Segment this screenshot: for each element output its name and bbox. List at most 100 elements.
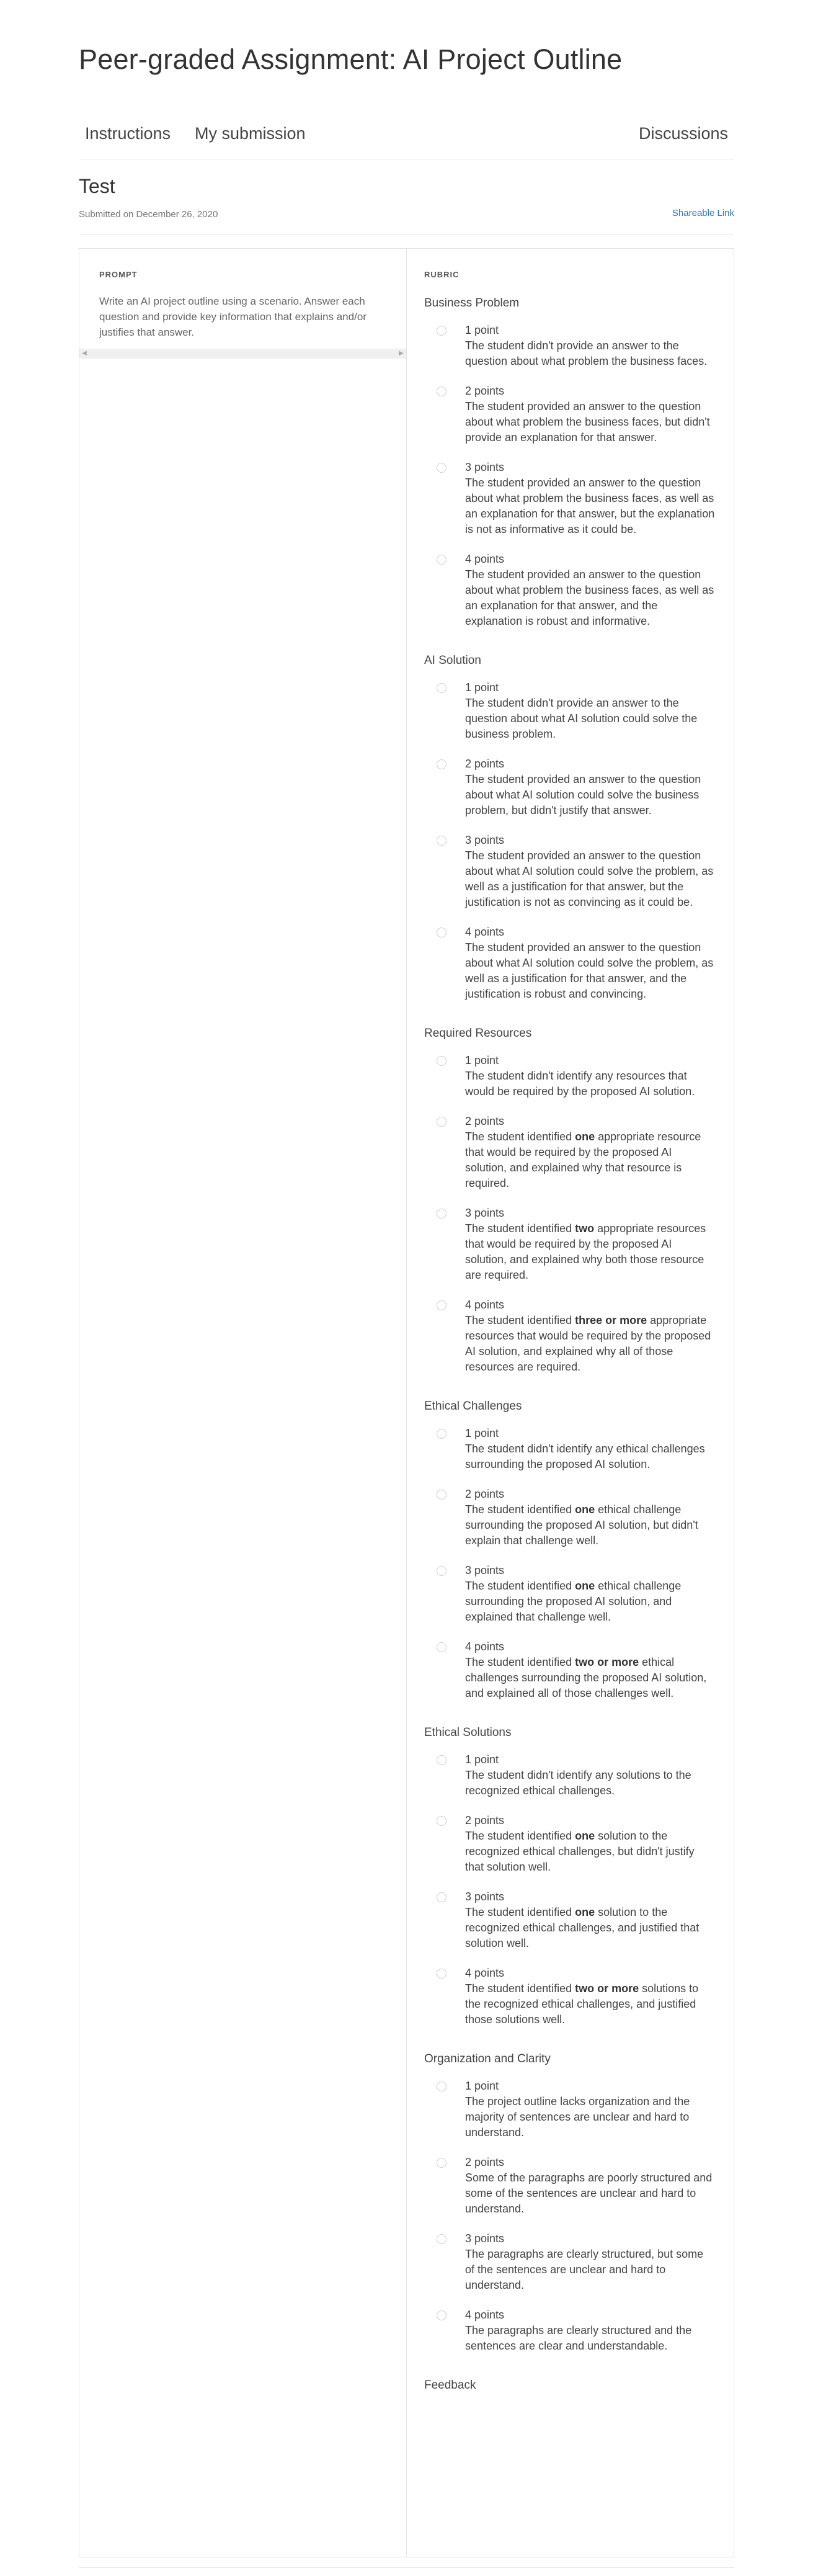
radio-button[interactable] bbox=[437, 1429, 446, 1439]
option-description: The student didn't identify any resource… bbox=[465, 1068, 716, 1099]
option-description: The student identified one ethical chall… bbox=[465, 1578, 716, 1625]
option-points: 2 points bbox=[465, 385, 505, 397]
rubric-option[interactable]: 4 points The student provided an answer t… bbox=[424, 924, 716, 1002]
option-description: Some of the paragraphs are poorly struct… bbox=[465, 2170, 716, 2217]
rubric-option[interactable]: 4 points The student identified three or … bbox=[424, 1297, 716, 1375]
radio-button[interactable] bbox=[437, 1755, 446, 1765]
rubric-option[interactable]: 1 point The student didn't identify any e… bbox=[424, 1426, 716, 1472]
option-points: 4 points bbox=[465, 1299, 505, 1311]
scroll-right-icon[interactable]: ▶ bbox=[396, 349, 406, 359]
description-text: The student didn't identify any ethical … bbox=[465, 1442, 705, 1470]
criterion-title: Organization and Clarity bbox=[424, 2052, 551, 2065]
option-description: The student provided an answer to the qu… bbox=[465, 475, 716, 537]
radio-button[interactable] bbox=[437, 1566, 446, 1576]
radio-button[interactable] bbox=[437, 683, 446, 693]
radio-button[interactable] bbox=[437, 1209, 446, 1219]
rubric-option[interactable]: 1 point The student didn't provide an ans… bbox=[424, 680, 716, 742]
option-description: The student identified two appropriate r… bbox=[465, 1221, 716, 1283]
description-text: The student identified bbox=[465, 1503, 575, 1516]
radio-button[interactable] bbox=[437, 1892, 446, 1902]
option-points: 4 points bbox=[465, 553, 505, 565]
radio-button[interactable] bbox=[437, 2158, 446, 2168]
option-description: The student identified one ethical chall… bbox=[465, 1502, 716, 1549]
radio-button[interactable] bbox=[437, 463, 446, 473]
prompt-heading: PROMPT bbox=[99, 270, 138, 279]
rubric-body: Business Problem 1 point The student didn'… bbox=[424, 297, 716, 2392]
tab-discussions[interactable]: Discussions bbox=[639, 124, 728, 143]
radio-button[interactable] bbox=[437, 387, 446, 396]
radio-button[interactable] bbox=[437, 1969, 446, 1979]
emphasis-text: one bbox=[575, 1580, 595, 1592]
rubric-option[interactable]: 1 point The student didn't identify any r… bbox=[424, 1053, 716, 1099]
emphasis-text: two or more bbox=[575, 1656, 639, 1668]
description-text: The student didn't identify any solution… bbox=[465, 1769, 691, 1797]
scroll-left-icon[interactable]: ◀ bbox=[79, 349, 89, 359]
option-description: The student identified one solution to t… bbox=[465, 1828, 716, 1875]
rubric-option[interactable]: 2 points The student provided an answer t… bbox=[424, 383, 716, 445]
option-points: 3 points bbox=[465, 2232, 505, 2245]
rubric-option[interactable]: 2 points Some of the paragraphs are poorl… bbox=[424, 2155, 716, 2217]
description-text: The student didn't provide an answer to … bbox=[465, 697, 698, 740]
option-points: 4 points bbox=[465, 2309, 505, 2321]
horizontal-scrollbar[interactable]: ◀ ▶ bbox=[79, 349, 406, 359]
radio-button[interactable] bbox=[437, 1642, 446, 1652]
option-points: 2 points bbox=[465, 1814, 505, 1827]
option-points: 1 point bbox=[465, 324, 499, 336]
rubric-option[interactable]: 2 points The student identified one ethic… bbox=[424, 1487, 716, 1549]
rubric-option[interactable]: 3 points The student identified one solut… bbox=[424, 1889, 716, 1951]
radio-button[interactable] bbox=[437, 759, 446, 769]
option-description: The student provided an answer to the qu… bbox=[465, 848, 716, 910]
emphasis-text: one bbox=[575, 1830, 595, 1842]
option-description: The student provided an answer to the qu… bbox=[465, 940, 716, 1002]
tab-my-submission[interactable]: My submission bbox=[195, 124, 306, 143]
rubric-criterion: Ethical Challenges 1 point The student did… bbox=[424, 1400, 716, 1701]
rubric-option[interactable]: 2 points The student identified one appro… bbox=[424, 1114, 716, 1191]
emphasis-text: one bbox=[575, 1503, 595, 1516]
radio-button[interactable] bbox=[437, 1300, 446, 1310]
rubric-option[interactable]: 1 point The student didn't identify any s… bbox=[424, 1752, 716, 1799]
option-description: The student provided an answer to the qu… bbox=[465, 772, 716, 818]
description-text: The student provided an answer to the qu… bbox=[465, 849, 714, 908]
option-description: The student didn't provide an answer to … bbox=[465, 695, 716, 742]
radio-button[interactable] bbox=[437, 928, 446, 937]
submission-title: Test bbox=[79, 175, 115, 197]
rubric-option[interactable]: 2 points The student provided an answer t… bbox=[424, 756, 716, 818]
rubric-option[interactable]: 1 point The project outline lacks organiz… bbox=[424, 2078, 716, 2140]
radio-button[interactable] bbox=[437, 1056, 446, 1066]
rubric-option[interactable]: 3 points The student provided an answer t… bbox=[424, 460, 716, 537]
option-description: The student identified three or more app… bbox=[465, 1313, 716, 1375]
radio-button[interactable] bbox=[437, 2082, 446, 2091]
criterion-title: Ethical Solutions bbox=[424, 1726, 512, 1739]
radio-button[interactable] bbox=[437, 1816, 446, 1826]
rubric-option[interactable]: 4 points The student identified two or mo… bbox=[424, 1639, 716, 1701]
shareable-link[interactable]: Shareable Link bbox=[672, 208, 734, 218]
rubric-option[interactable]: 1 point The student didn't provide an ans… bbox=[424, 323, 716, 369]
rubric-option[interactable]: 4 points The student provided an answer t… bbox=[424, 552, 716, 629]
submission-date: Submitted on December 26, 2020 bbox=[79, 209, 218, 220]
emphasis-text: two or more bbox=[575, 1982, 639, 1995]
rubric-option[interactable]: 4 points The paragraphs are clearly struc… bbox=[424, 2307, 716, 2354]
criterion-title: Business Problem bbox=[424, 297, 520, 310]
rubric-option[interactable]: 4 points The student identified two or mo… bbox=[424, 1966, 716, 2028]
rubric-criterion: AI Solution 1 point The student didn't pro… bbox=[424, 654, 716, 1002]
radio-button[interactable] bbox=[437, 1490, 446, 1500]
description-text: The paragraphs are clearly structured an… bbox=[465, 2324, 692, 2352]
rubric-option[interactable]: 3 points The student provided an answer t… bbox=[424, 833, 716, 910]
rubric-option[interactable]: 3 points The student identified one ethic… bbox=[424, 1563, 716, 1625]
radio-button[interactable] bbox=[437, 326, 446, 336]
radio-button[interactable] bbox=[437, 2310, 446, 2320]
rubric-option[interactable]: 3 points The paragraphs are clearly struc… bbox=[424, 2231, 716, 2293]
option-points: 1 point bbox=[465, 2080, 499, 2092]
radio-button[interactable] bbox=[437, 1117, 446, 1127]
rubric-option[interactable]: 3 points The student identified two appro… bbox=[424, 1205, 716, 1283]
radio-button[interactable] bbox=[437, 836, 446, 846]
rubric-criterion: Organization and Clarity 1 point The proje… bbox=[424, 2052, 716, 2354]
option-description: The project outline lacks organization a… bbox=[465, 2094, 716, 2140]
radio-button[interactable] bbox=[437, 555, 446, 565]
rubric-option[interactable]: 2 points The student identified one solut… bbox=[424, 1813, 716, 1875]
prompt-column: PROMPT Write an AI project outline using… bbox=[79, 249, 407, 2557]
description-text: The student identified bbox=[465, 1222, 575, 1235]
tab-instructions[interactable]: Instructions bbox=[85, 124, 171, 143]
option-points: 1 point bbox=[465, 681, 499, 694]
radio-button[interactable] bbox=[437, 2234, 446, 2244]
